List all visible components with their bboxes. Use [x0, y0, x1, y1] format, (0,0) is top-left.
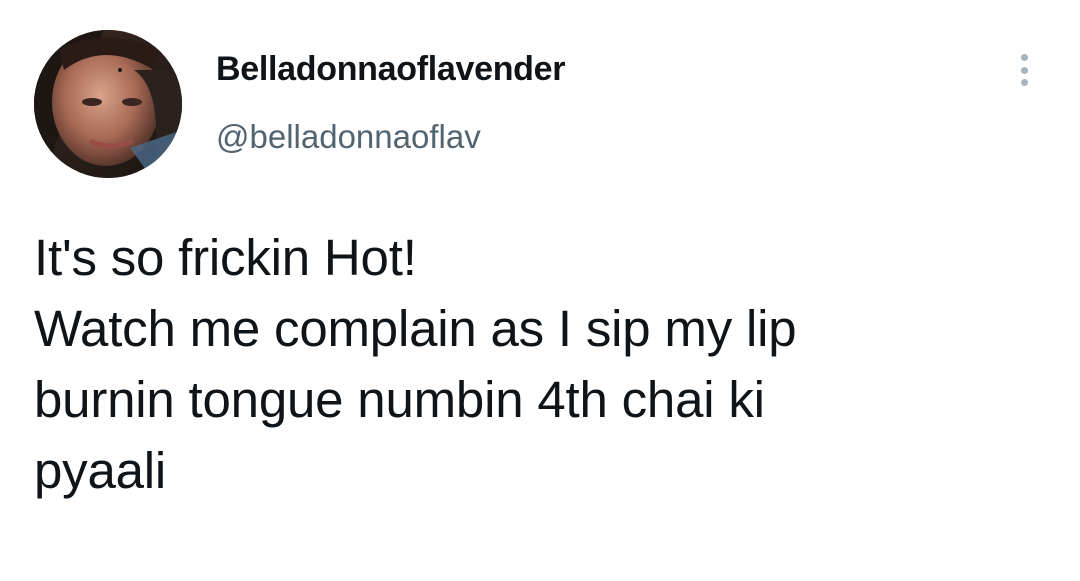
more-vertical-icon	[1020, 54, 1028, 61]
more-vertical-icon-dot	[1020, 66, 1028, 74]
avatar[interactable]	[34, 30, 182, 178]
author-display-name[interactable]: Belladonnaoflavender	[216, 50, 566, 89]
tweet-text-line: It's so frickin Hot!	[34, 229, 417, 286]
tweet-text-line: burnin tongue numbin 4th chai ki	[34, 371, 765, 428]
tweet-text: It's so frickin Hot! Watch me complain a…	[34, 222, 1044, 506]
author-handle[interactable]: @belladonnaoflav	[216, 118, 481, 156]
tweet-text-line: Watch me complain as I sip my lip	[34, 300, 797, 357]
more-vertical-icon-dot	[1020, 79, 1028, 86]
more-options-button[interactable]	[1004, 48, 1044, 92]
tweet-card: Belladonnaoflavender @belladonnaoflav It…	[0, 0, 1080, 581]
avatar-photo-icon	[34, 30, 182, 178]
tweet-text-line: pyaali	[34, 442, 167, 499]
